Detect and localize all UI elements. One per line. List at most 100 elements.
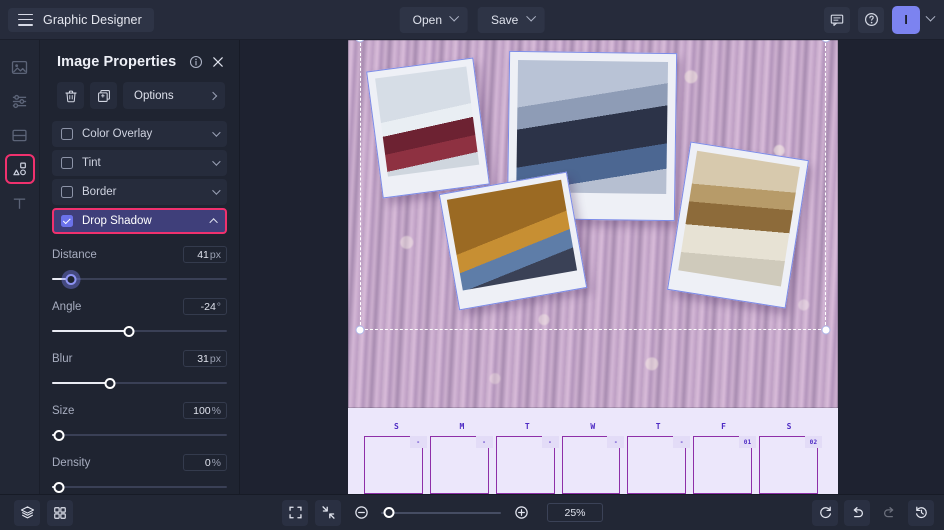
close-button[interactable] <box>211 55 225 69</box>
calendar-day-headers: S M T W T F S <box>364 422 822 431</box>
calendar-cell[interactable]: - <box>627 436 691 494</box>
accordion-drop-shadow[interactable]: Drop Shadow <box>52 208 227 234</box>
history-icon <box>915 506 927 519</box>
shrink-button[interactable] <box>315 499 341 526</box>
delete-button[interactable] <box>57 82 84 109</box>
shrink-icon <box>321 506 335 519</box>
selection-handle-bottom-left[interactable] <box>355 325 365 335</box>
blur-slider-track[interactable] <box>52 376 227 390</box>
fit-screen-button[interactable] <box>282 499 308 526</box>
text-icon <box>13 197 26 209</box>
open-button[interactable]: Open <box>399 6 468 33</box>
options-button[interactable]: Options <box>123 82 225 109</box>
distance-slider-track[interactable] <box>52 272 227 286</box>
track-bg <box>381 511 501 514</box>
grid-button[interactable] <box>47 499 73 526</box>
save-button[interactable]: Save <box>478 6 545 33</box>
calendar-cell[interactable]: 02 <box>759 436 823 494</box>
chevron-down-icon[interactable] <box>925 11 936 22</box>
photo-polaroid-3[interactable] <box>438 171 588 311</box>
duplicate-button[interactable] <box>90 82 117 109</box>
accordion-color-overlay[interactable]: Color Overlay <box>52 121 227 147</box>
sliders-icon <box>12 94 27 108</box>
effects-accordion-list: Color Overlay Tint Border Drop Shadow <box>40 121 239 234</box>
angle-value-field[interactable]: -24 ° <box>183 298 227 315</box>
day-header: S <box>394 422 400 431</box>
avatar[interactable]: I <box>892 5 920 34</box>
angle-slider-thumb[interactable] <box>123 325 135 337</box>
photo-polaroid-4[interactable] <box>667 141 809 309</box>
help-button[interactable] <box>858 6 884 33</box>
zoom-in-button[interactable] <box>508 500 534 526</box>
reset-button[interactable] <box>812 499 838 526</box>
calendar-section[interactable]: S M T W T F S - - - - - 01 02 <box>348 408 838 494</box>
density-slider-track[interactable] <box>52 480 227 494</box>
zoom-out-icon <box>354 506 368 519</box>
undo-button[interactable] <box>844 499 870 526</box>
photo-polaroid-1[interactable] <box>366 57 490 199</box>
density-value: 0 <box>204 456 211 469</box>
top-bar-right: I <box>824 5 944 34</box>
track-bg <box>52 278 227 280</box>
sidebar-item-text[interactable] <box>5 188 35 218</box>
chevron-right-icon <box>208 91 218 100</box>
canvas-area[interactable]: S M T W T F S - - - - - 01 02 <box>240 40 944 494</box>
color-overlay-checkbox[interactable] <box>61 128 73 140</box>
zoom-out-button[interactable] <box>348 500 374 526</box>
zoom-controls: 25% <box>282 499 603 526</box>
tint-checkbox[interactable] <box>61 157 73 169</box>
comment-button[interactable] <box>824 6 850 33</box>
history-button[interactable] <box>908 499 934 526</box>
comment-icon <box>830 14 844 26</box>
redo-button[interactable] <box>876 500 902 526</box>
bottom-bar: 25% <box>0 494 944 530</box>
zoom-slider-thumb[interactable] <box>383 507 395 518</box>
sidebar-item-elements[interactable] <box>4 154 35 184</box>
cell-date: - <box>475 436 493 448</box>
blur-value-field[interactable]: 31 px <box>183 350 227 367</box>
density-value-field[interactable]: 0% <box>183 454 227 471</box>
calendar-cell[interactable]: 01 <box>693 436 757 494</box>
layers-icon <box>20 506 34 519</box>
distance-slider-thumb[interactable] <box>65 273 77 285</box>
size-value-field[interactable]: 100% <box>183 402 227 419</box>
accordion-tint[interactable]: Tint <box>52 150 227 176</box>
info-button[interactable] <box>189 55 203 69</box>
slider-label: Size <box>52 404 75 417</box>
image-icon <box>11 60 28 74</box>
trash-icon <box>64 90 77 102</box>
sidebar-item-adjust[interactable] <box>5 86 35 116</box>
angle-slider-track[interactable] <box>52 324 227 338</box>
design-canvas[interactable]: S M T W T F S - - - - - 01 02 <box>348 40 838 494</box>
day-header: S <box>786 422 792 431</box>
app-menu-button[interactable]: Graphic Designer <box>8 7 154 32</box>
size-slider-track[interactable] <box>52 428 227 442</box>
image-properties-panel: Image Properties Options Color Overlay T… <box>40 40 240 494</box>
calendar-cell[interactable]: - <box>561 436 625 494</box>
distance-value-field[interactable]: 41 px <box>183 246 227 263</box>
cell-date: 01 <box>739 436 757 448</box>
save-button-label: Save <box>491 12 519 27</box>
calendar-cell[interactable]: - <box>495 436 559 494</box>
calendar-cell[interactable]: - <box>429 436 493 494</box>
zoom-level-field[interactable]: 25% <box>547 503 603 522</box>
slider-label: Distance <box>52 248 97 261</box>
slider-angle: Angle -24 ° <box>52 298 227 338</box>
accordion-border[interactable]: Border <box>52 179 227 205</box>
selection-handle-bottom-right[interactable] <box>821 325 831 335</box>
sidebar-item-images[interactable] <box>5 52 35 82</box>
slider-size: Size 100% <box>52 402 227 442</box>
drop-shadow-checkbox[interactable] <box>61 215 73 227</box>
density-slider-thumb[interactable] <box>53 481 65 493</box>
calendar-cell[interactable]: - <box>364 436 427 494</box>
layers-button[interactable] <box>14 499 40 526</box>
options-button-label: Options <box>134 89 174 102</box>
size-slider-thumb[interactable] <box>53 429 65 441</box>
sidebar-item-layouts[interactable] <box>5 120 35 150</box>
blur-slider-thumb[interactable] <box>104 377 116 389</box>
zoom-slider-track[interactable] <box>381 506 501 520</box>
distance-unit: px <box>209 248 221 261</box>
top-bar: Graphic Designer Open Save I <box>0 0 944 40</box>
border-checkbox[interactable] <box>61 186 73 198</box>
photo-thumbnail <box>446 179 578 291</box>
